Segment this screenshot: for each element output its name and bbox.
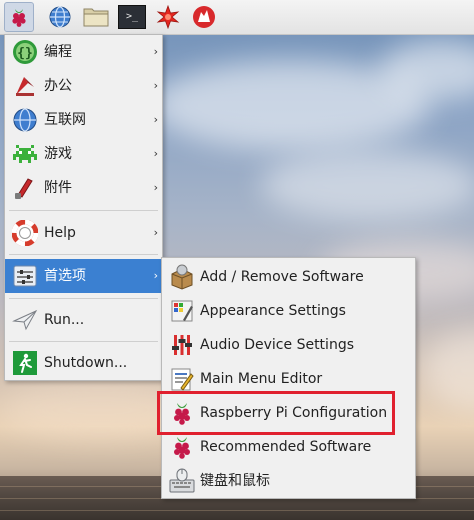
menu-item-label: Appearance Settings: [200, 303, 346, 319]
file-manager-icon[interactable]: [82, 3, 110, 31]
menu-item-appearance-settings[interactable]: Appearance Settings: [162, 294, 415, 328]
menu-item-label: Help: [44, 225, 76, 241]
run-icon: [11, 306, 39, 334]
chevron-right-icon: ›: [153, 45, 158, 58]
menu-item-label: 互联网: [44, 112, 86, 128]
menu-item-keyboard-mouse[interactable]: 键盘和鼠标: [162, 464, 415, 498]
accessories-icon: [11, 174, 39, 202]
games-icon: [11, 140, 39, 168]
menu-item-add-remove-software[interactable]: Add / Remove Software: [162, 260, 415, 294]
preferences-icon: [11, 262, 39, 290]
mathematica-icon[interactable]: [154, 3, 182, 31]
menu-item-preferences[interactable]: 首选项 ›: [5, 259, 162, 293]
raspberry-menu-icon[interactable]: [4, 2, 34, 32]
help-icon: [11, 219, 39, 247]
menu-separator: [9, 210, 158, 211]
keyboard-mouse-icon: [168, 467, 196, 495]
application-menu: {} 编程 › 办公 › 互联网 › 游戏 › 附件 › Help › 首选项 …: [4, 34, 163, 381]
chevron-right-icon: ›: [153, 181, 158, 194]
menu-separator: [9, 254, 158, 255]
preferences-submenu: Add / Remove Software Appearance Setting…: [161, 257, 416, 499]
menu-item-label: Run...: [44, 312, 85, 328]
menu-separator: [9, 298, 158, 299]
chevron-right-icon: ›: [153, 269, 158, 282]
menu-item-office[interactable]: 办公 ›: [5, 69, 162, 103]
internet-icon: [11, 106, 39, 134]
menu-separator: [9, 341, 158, 342]
package-icon: [168, 263, 196, 291]
chevron-right-icon: ›: [153, 113, 158, 126]
taskbar: >_: [0, 0, 474, 35]
raspberry-icon: [168, 433, 196, 461]
menu-item-label: 编程: [44, 44, 72, 60]
programming-icon: {}: [11, 38, 39, 66]
highlight-box: [157, 391, 395, 435]
menu-item-programming[interactable]: {} 编程 ›: [5, 35, 162, 69]
menu-item-accessories[interactable]: 附件 ›: [5, 171, 162, 205]
menu-item-label: 附件: [44, 180, 72, 196]
menu-item-label: Recommended Software: [200, 439, 372, 455]
menu-item-games[interactable]: 游戏 ›: [5, 137, 162, 171]
chevron-right-icon: ›: [153, 79, 158, 92]
menu-item-label: Audio Device Settings: [200, 337, 354, 353]
chevron-right-icon: ›: [153, 147, 158, 160]
terminal-icon[interactable]: >_: [118, 3, 146, 31]
shutdown-icon: [11, 349, 39, 377]
menu-item-help[interactable]: Help ›: [5, 216, 162, 250]
menu-item-label: Add / Remove Software: [200, 269, 364, 285]
menu-item-label: 游戏: [44, 146, 72, 162]
web-browser-icon[interactable]: [46, 3, 74, 31]
menu-editor-icon: [168, 365, 196, 393]
office-icon: [11, 72, 39, 100]
menu-item-internet[interactable]: 互联网 ›: [5, 103, 162, 137]
menu-item-label: 首选项: [44, 268, 86, 284]
menu-item-label: 办公: [44, 78, 72, 94]
wolfram-icon[interactable]: [190, 3, 218, 31]
menu-item-label: Shutdown...: [44, 355, 128, 371]
menu-item-audio-device-settings[interactable]: Audio Device Settings: [162, 328, 415, 362]
menu-item-recommended-software[interactable]: Recommended Software: [162, 430, 415, 464]
menu-item-label: 键盘和鼠标: [200, 473, 270, 489]
appearance-icon: [168, 297, 196, 325]
audio-icon: [168, 331, 196, 359]
chevron-right-icon: ›: [153, 226, 158, 239]
svg-text:{}: {}: [17, 46, 33, 61]
menu-item-run[interactable]: Run...: [5, 303, 162, 337]
menu-item-shutdown[interactable]: Shutdown...: [5, 346, 162, 380]
